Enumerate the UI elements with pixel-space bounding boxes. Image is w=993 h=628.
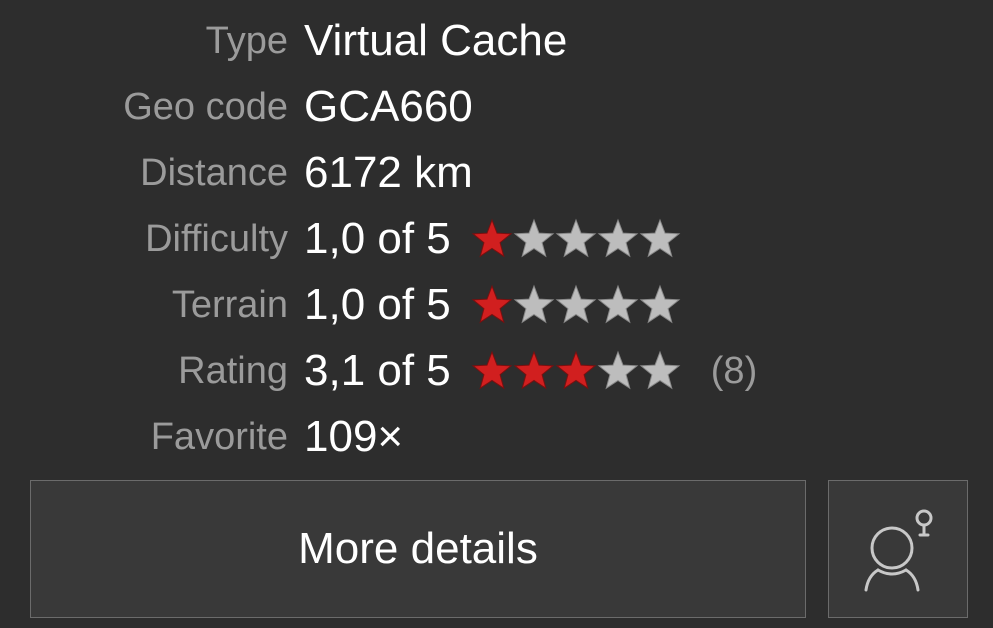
person-hint-icon (864, 509, 933, 592)
star-filled-icon (513, 350, 555, 390)
star-empty-icon (513, 218, 555, 258)
type-label: Type (205, 19, 288, 62)
star-empty-icon (555, 284, 597, 324)
star-empty-icon (639, 350, 681, 390)
star-empty-icon (513, 284, 555, 324)
more-details-label: More details (298, 524, 538, 573)
terrain-label: Terrain (171, 283, 288, 326)
cache-details: Type Virtual Cache Geo code GCA660 Dista… (0, 8, 993, 470)
terrain-row: Terrain 1,0 of 5 (0, 272, 993, 338)
star-empty-icon (597, 284, 639, 324)
star-filled-icon (471, 350, 513, 390)
favorite-row: Favorite 109× (0, 404, 993, 470)
rating-value: 3,1 of 5 (304, 346, 451, 395)
difficulty-value: 1,0 of 5 (304, 214, 451, 263)
star-empty-icon (555, 218, 597, 258)
hint-button[interactable] (828, 480, 968, 618)
star-filled-icon (471, 218, 513, 258)
rating-count: (8) (710, 349, 758, 392)
favorite-value: 109× (304, 412, 404, 461)
type-row: Type Virtual Cache (0, 8, 993, 74)
geo-code-row: Geo code GCA660 (0, 74, 993, 140)
star-empty-icon (639, 218, 681, 258)
difficulty-row: Difficulty 1,0 of 5 (0, 206, 993, 272)
rating-row: Rating 3,1 of 5 (8) (0, 338, 993, 404)
difficulty-label: Difficulty (145, 217, 288, 260)
star-empty-icon (639, 284, 681, 324)
favorite-label: Favorite (150, 415, 288, 458)
rating-stars (471, 350, 681, 392)
star-filled-icon (471, 284, 513, 324)
more-details-button[interactable]: More details (30, 480, 806, 618)
star-filled-icon (555, 350, 597, 390)
difficulty-stars (471, 218, 681, 260)
star-empty-icon (597, 350, 639, 390)
distance-row: Distance 6172 km (0, 140, 993, 206)
terrain-stars (471, 284, 681, 326)
distance-value: 6172 km (304, 148, 473, 197)
terrain-value: 1,0 of 5 (304, 280, 451, 329)
star-empty-icon (597, 218, 639, 258)
geo-code-value: GCA660 (304, 82, 473, 131)
type-value: Virtual Cache (304, 16, 568, 65)
geo-code-label: Geo code (123, 85, 288, 128)
rating-label: Rating (178, 349, 288, 392)
distance-label: Distance (140, 151, 288, 194)
